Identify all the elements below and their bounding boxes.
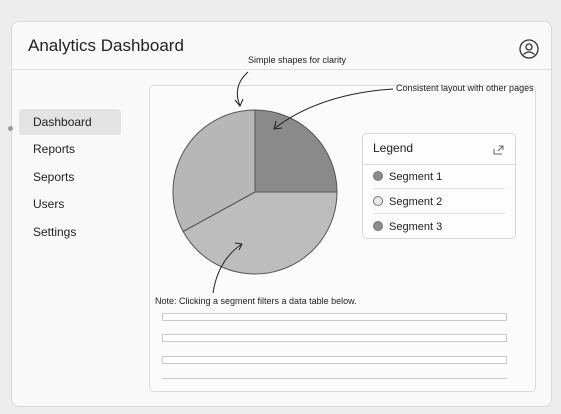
legend-label: Segment 2 xyxy=(389,196,443,208)
annotation-note: Note: Clicking a segment filters a data … xyxy=(155,296,357,306)
legend-label: Segment 3 xyxy=(389,221,443,233)
legend-title: Legend xyxy=(373,141,414,155)
legend-label: Segment 1 xyxy=(389,171,443,183)
legend-swatch xyxy=(373,221,383,231)
legend-item-segment-1[interactable]: Segment 1 xyxy=(373,170,442,184)
table-row[interactable] xyxy=(162,356,507,364)
legend-item-segment-3[interactable]: Segment 3 xyxy=(373,220,442,234)
legend-separator xyxy=(373,188,505,189)
annotation-shapes: Simple shapes for clarity xyxy=(248,55,347,65)
legend-panel: Legend Segment 1 Segment 2 Segment 3 xyxy=(362,133,516,239)
legend-divider xyxy=(363,164,515,165)
content-overlay: Simple shapes for clarity Consistent lay… xyxy=(0,0,561,414)
annotation-layout: Consistent layout with other pages xyxy=(396,83,534,93)
table-row[interactable] xyxy=(162,313,507,321)
legend-separator xyxy=(373,213,505,214)
legend-swatch xyxy=(373,171,383,181)
expand-icon[interactable] xyxy=(493,143,505,155)
table-row[interactable] xyxy=(162,334,507,342)
legend-swatch xyxy=(373,196,383,206)
table-bottom-line xyxy=(162,378,507,379)
legend-item-segment-2[interactable]: Segment 2 xyxy=(373,195,442,209)
pie-slice-segment-1[interactable] xyxy=(254,109,338,193)
